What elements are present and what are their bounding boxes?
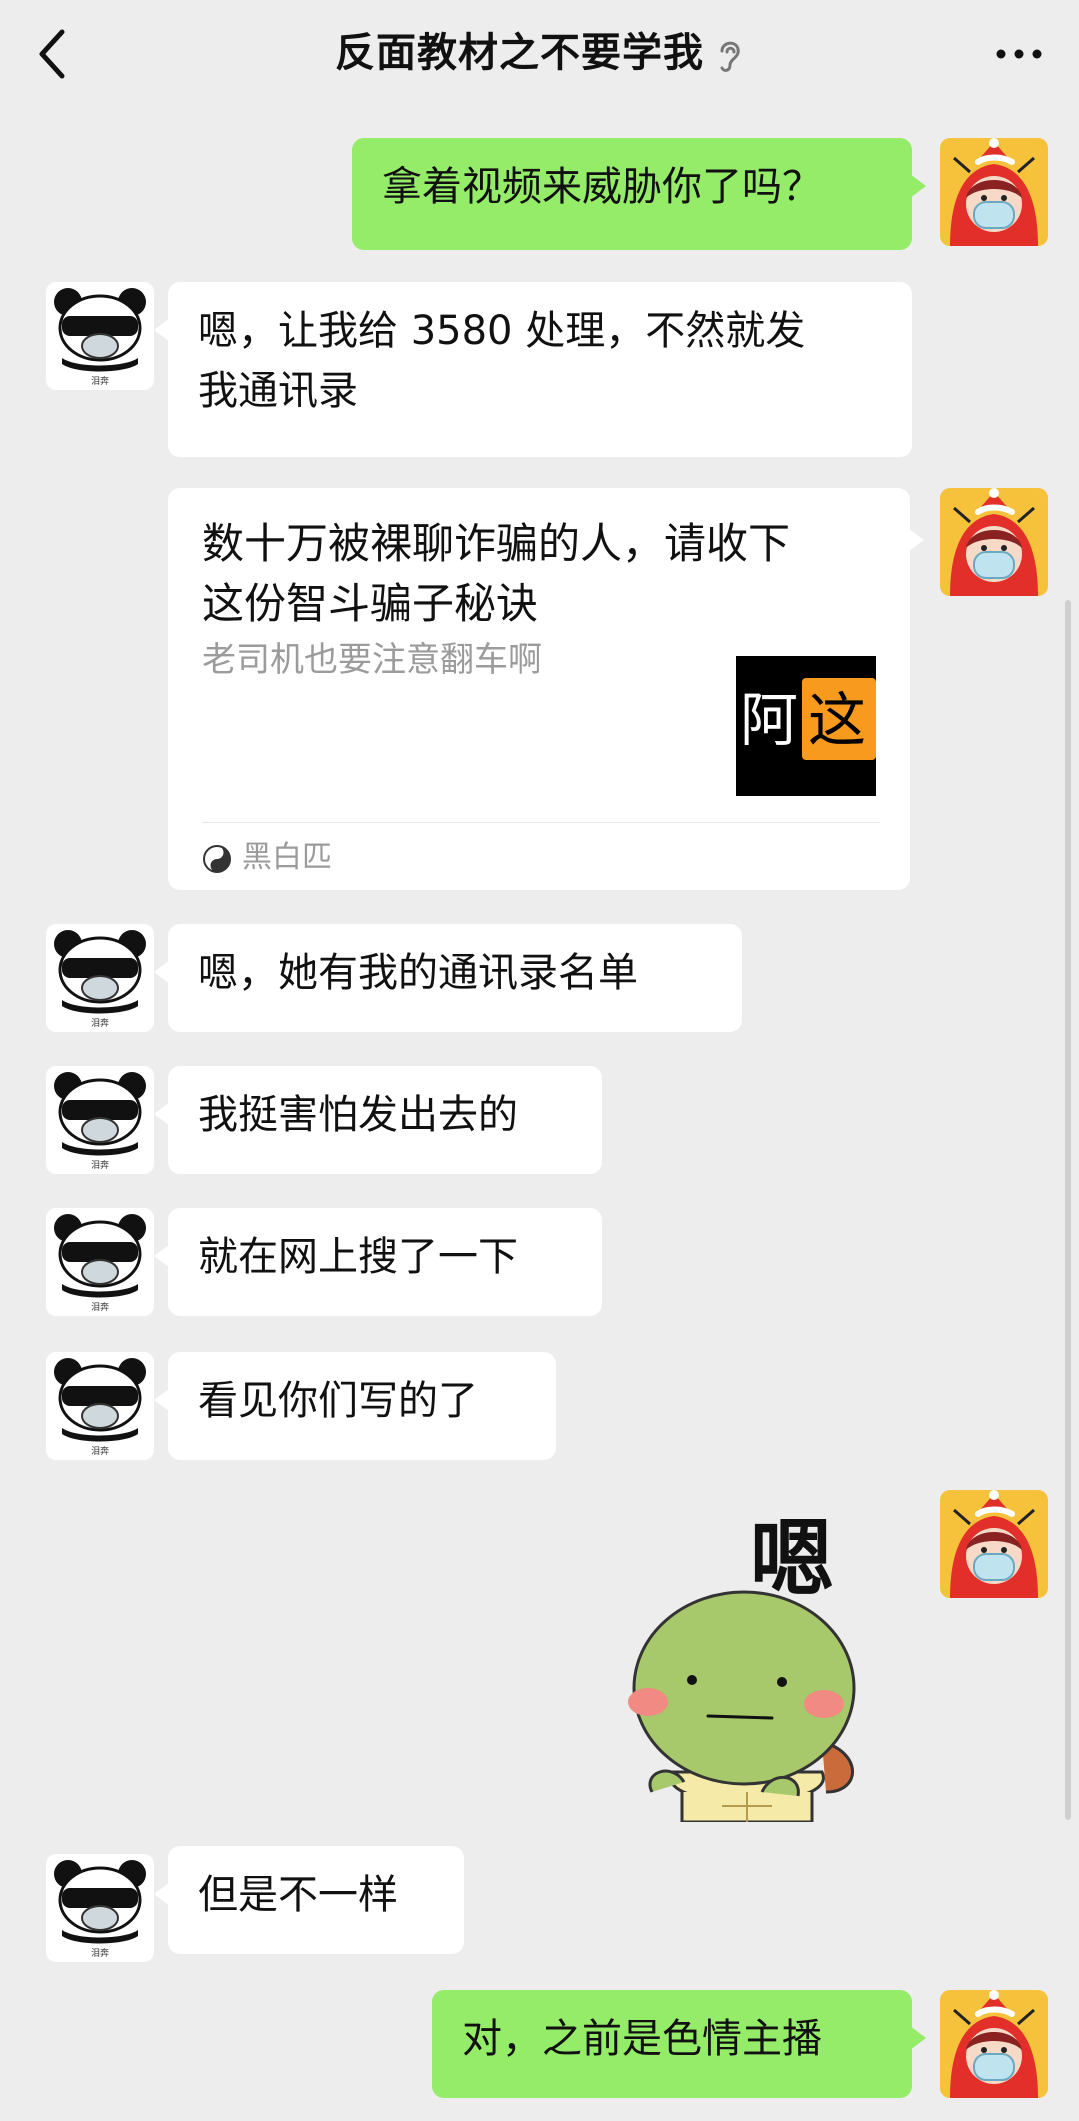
ear-icon [720, 41, 740, 72]
message-bubble-self[interactable]: 拿着视频来威胁你了吗？ [352, 138, 926, 250]
thumbnail-char: 这 [808, 686, 866, 754]
message-text: 我挺害怕发出去的 [198, 1092, 518, 1138]
contact-avatar[interactable] [46, 282, 154, 390]
message-bubble-other[interactable]: 但是不一样 [154, 1846, 464, 1954]
link-card-title-line: 数十万被裸聊诈骗的人，请收下 [202, 519, 791, 568]
contact-avatar[interactable] [46, 1208, 154, 1316]
message-text: 对，之前是色情主播 [462, 2016, 822, 2062]
link-card-thumbnail: 阿 这 [736, 656, 876, 796]
message-bubble-other[interactable]: 嗯，让我给 3580 处理，不然就发 我通讯录 [154, 282, 912, 457]
contact-avatar[interactable] [46, 1854, 154, 1962]
message-bubble-other[interactable]: 就在网上搜了一下 [154, 1208, 602, 1316]
chat-title: 反面教材之不要学我 [0, 20, 1079, 86]
contact-avatar[interactable] [46, 1352, 154, 1460]
link-card-description: 老司机也要注意翻车啊 [202, 640, 542, 680]
message-text-line: 我通讯录 [198, 368, 358, 414]
thumbnail-char: 阿 [740, 686, 798, 754]
self-avatar[interactable] [940, 138, 1048, 246]
message-bubble-self[interactable]: 对，之前是色情主播 [432, 1990, 926, 2098]
link-card-divider [202, 822, 880, 823]
message-bubble-other[interactable]: 看见你们写的了 [154, 1352, 556, 1460]
message-text: 但是不一样 [198, 1872, 398, 1918]
self-avatar[interactable] [940, 1990, 1048, 2098]
message-text-line: 嗯，让我给 3580 处理，不然就发 [198, 308, 806, 354]
self-avatar[interactable] [940, 1490, 1048, 1598]
more-dots-icon[interactable] [989, 34, 1049, 74]
link-card[interactable]: 数十万被裸聊诈骗的人，请收下 这份智斗骗子秘诀 老司机也要注意翻车啊 阿 这 黑… [168, 488, 924, 890]
scrollbar[interactable] [1065, 600, 1071, 1820]
link-card-source-name: 黑白匹 [242, 840, 332, 875]
link-card-title: 数十万被裸聊诈骗的人，请收下 这份智斗骗子秘诀 [202, 514, 862, 634]
message-text: 嗯，她有我的通讯录名单 [198, 950, 638, 996]
message-text: 看见你们写的了 [198, 1378, 478, 1424]
message-bubble-other[interactable]: 嗯，她有我的通讯录名单 [154, 924, 742, 1032]
chat-header: 反面教材之不要学我 [0, 0, 1079, 110]
chat-title-text: 反面教材之不要学我 [335, 30, 704, 76]
message-bubble-other[interactable]: 我挺害怕发出去的 [154, 1066, 602, 1174]
message-text: 就在网上搜了一下 [198, 1234, 518, 1280]
link-card-source: 黑白匹 [202, 836, 332, 880]
contact-avatar[interactable] [46, 1066, 154, 1174]
turtle-sticker[interactable]: 嗯 [612, 1492, 902, 1824]
self-avatar[interactable] [940, 488, 1048, 596]
message-text: 拿着视频来威胁你了吗？ [382, 164, 822, 210]
link-card-title-line: 这份智斗骗子秘诀 [202, 579, 539, 628]
source-logo-icon [203, 844, 231, 873]
contact-avatar[interactable] [46, 924, 154, 1032]
